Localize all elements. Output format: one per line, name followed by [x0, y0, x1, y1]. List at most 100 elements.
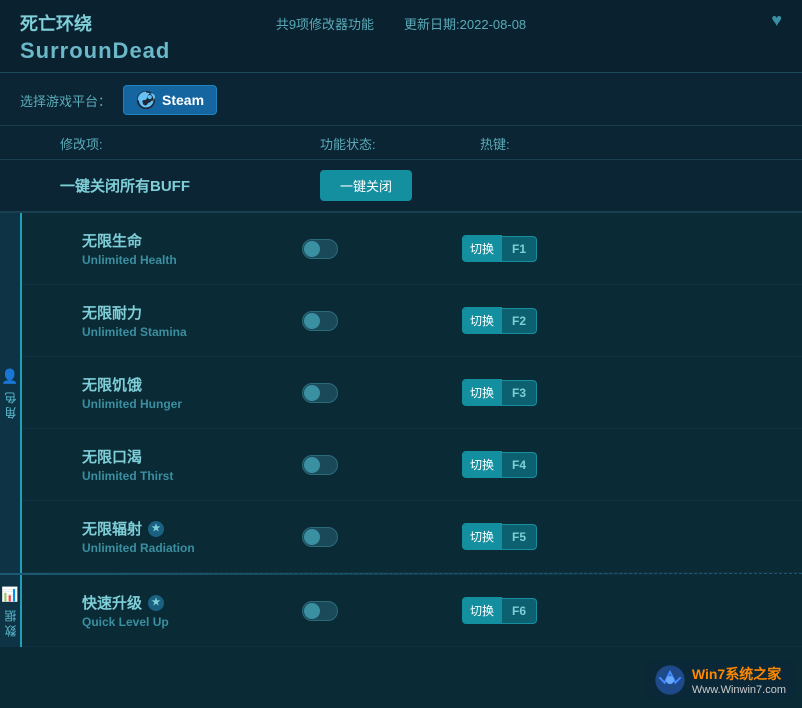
hotkey-key: F4	[502, 452, 537, 478]
character-section: 👤 角色 无限生命 Unlimited Health	[0, 213, 802, 573]
mod-name-en: Unlimited Stamina	[82, 325, 302, 339]
mod-info: 无限辐射 ★ Unlimited Radiation	[82, 518, 302, 555]
header: 死亡环绕 SurrounDead 共9项修改器功能 更新日期:2022-08-0…	[0, 0, 802, 73]
data-label: 数据	[2, 607, 19, 637]
col-mod-header: 修改项:	[60, 134, 320, 153]
hotkey-toggle-label: 切换	[462, 235, 502, 262]
toggle-knob	[304, 529, 320, 545]
data-icon: 📊	[1, 586, 18, 603]
heart-icon: ♥	[771, 10, 782, 30]
hotkey-toggle-label: 切换	[462, 379, 502, 406]
mod-name-en: Unlimited Hunger	[82, 397, 302, 411]
mod-name-en: Unlimited Thirst	[82, 469, 302, 483]
mod-name-cn: 无限生命	[82, 230, 302, 251]
hotkey-key: F5	[502, 524, 537, 550]
hotkey-button[interactable]: 切换 F5	[462, 523, 537, 550]
mod-info: 快速升级 ★ Quick Level Up	[82, 592, 302, 629]
hotkey-button[interactable]: 切换 F3	[462, 379, 537, 406]
steam-icon	[136, 90, 156, 110]
watermark-line1: Win7系统之家	[692, 664, 786, 684]
hotkey-key: F2	[502, 308, 537, 334]
mod-info: 无限饥饿 Unlimited Hunger	[82, 374, 302, 411]
table-row: 无限辐射 ★ Unlimited Radiation 切换 F5	[22, 501, 802, 573]
platform-label: 选择游戏平台：	[20, 91, 111, 110]
hotkey-toggle-label: 切换	[462, 597, 502, 624]
table-row: 无限饥饿 Unlimited Hunger 切换 F3	[22, 357, 802, 429]
content-body: 👤 角色 无限生命 Unlimited Health	[0, 213, 802, 708]
toggle-area	[302, 239, 462, 259]
toggle-area	[302, 601, 462, 621]
hotkey-toggle-label: 切换	[462, 307, 502, 334]
hotkey-area: 切换 F1	[462, 235, 782, 262]
steam-button[interactable]: Steam	[123, 85, 217, 115]
watermark-line2: Www.Winwin7.com	[692, 684, 786, 696]
character-label: 角色	[2, 389, 19, 419]
hotkey-area: 切换 F2	[462, 307, 782, 334]
mod-name-cn: 无限辐射 ★	[82, 518, 302, 539]
toggle-area	[302, 527, 462, 547]
mods-scroll[interactable]: 👤 角色 无限生命 Unlimited Health	[0, 213, 802, 708]
mod-info: 无限耐力 Unlimited Stamina	[82, 302, 302, 339]
toggle-knob	[304, 313, 320, 329]
hotkey-area: 切换 F3	[462, 379, 782, 406]
star-badge: ★	[148, 521, 164, 537]
onekey-row: 一键关闭所有BUFF 一键关闭	[0, 160, 802, 213]
toggle-unlimited-radiation[interactable]	[302, 527, 338, 547]
mod-name-en: Unlimited Radiation	[82, 541, 302, 555]
favorite-button[interactable]: ♥	[771, 10, 782, 31]
hotkey-area: 切换 F5	[462, 523, 782, 550]
toggle-knob	[304, 603, 320, 619]
hotkey-key: F3	[502, 380, 537, 406]
watermark-text: Win7系统之家 Www.Winwin7.com	[692, 664, 786, 696]
col-status-header: 功能状态:	[320, 134, 480, 153]
steam-label: Steam	[162, 92, 204, 108]
toggle-unlimited-hunger[interactable]	[302, 383, 338, 403]
app-wrapper: 死亡环绕 SurrounDead 共9项修改器功能 更新日期:2022-08-0…	[0, 0, 802, 708]
watermark: Win7系统之家 Www.Winwin7.com	[646, 660, 794, 700]
hotkey-button[interactable]: 切换 F4	[462, 451, 537, 478]
toggle-knob	[304, 241, 320, 257]
table-row: 无限生命 Unlimited Health 切换 F1	[22, 213, 802, 285]
mod-name-cn: 快速升级 ★	[82, 592, 302, 613]
mod-name-cn: 无限耐力	[82, 302, 302, 323]
toggle-area	[302, 383, 462, 403]
col-hotkey-header: 热键:	[480, 134, 782, 153]
hotkey-area: 切换 F6	[462, 597, 782, 624]
table-row: 无限口渴 Unlimited Thirst 切换 F4	[22, 429, 802, 501]
platform-section: 选择游戏平台： Steam	[0, 73, 802, 126]
hotkey-toggle-label: 切换	[462, 523, 502, 550]
hotkey-toggle-label: 切换	[462, 451, 502, 478]
toggle-knob	[304, 385, 320, 401]
header-left: 死亡环绕 SurrounDead	[20, 10, 170, 64]
game-title-cn: 死亡环绕	[20, 10, 170, 36]
mod-name-en: Quick Level Up	[82, 615, 302, 629]
hotkey-button[interactable]: 切换 F6	[462, 597, 537, 624]
onekey-status: 一键关闭	[320, 170, 480, 201]
hotkey-button[interactable]: 切换 F2	[462, 307, 537, 334]
table-row: 快速升级 ★ Quick Level Up 切换 F6	[22, 575, 802, 647]
character-tab[interactable]: 👤 角色	[0, 213, 22, 573]
header-meta: 共9项修改器功能 更新日期:2022-08-08	[276, 14, 526, 33]
column-headers: 修改项: 功能状态: 热键:	[0, 126, 802, 160]
data-tab[interactable]: 📊 数据	[0, 575, 22, 647]
hotkey-key: F1	[502, 236, 537, 262]
toggle-unlimited-stamina[interactable]	[302, 311, 338, 331]
mod-name-en: Unlimited Health	[82, 253, 302, 267]
mod-name-cn: 无限饥饿	[82, 374, 302, 395]
hotkey-key: F6	[502, 598, 537, 624]
mod-info: 无限生命 Unlimited Health	[82, 230, 302, 267]
onekey-label: 一键关闭所有BUFF	[60, 175, 320, 196]
mod-name-cn: 无限口渴	[82, 446, 302, 467]
toggle-quick-level-up[interactable]	[302, 601, 338, 621]
update-date: 更新日期:2022-08-08	[404, 14, 526, 33]
onekey-button[interactable]: 一键关闭	[320, 170, 412, 201]
mod-info: 无限口渴 Unlimited Thirst	[82, 446, 302, 483]
game-title-en: SurrounDead	[20, 38, 170, 64]
hotkey-area: 切换 F4	[462, 451, 782, 478]
mod-count: 共9项修改器功能	[276, 14, 374, 33]
toggle-knob	[304, 457, 320, 473]
toggle-unlimited-thirst[interactable]	[302, 455, 338, 475]
toggle-unlimited-health[interactable]	[302, 239, 338, 259]
hotkey-button[interactable]: 切换 F1	[462, 235, 537, 262]
toggle-area	[302, 455, 462, 475]
